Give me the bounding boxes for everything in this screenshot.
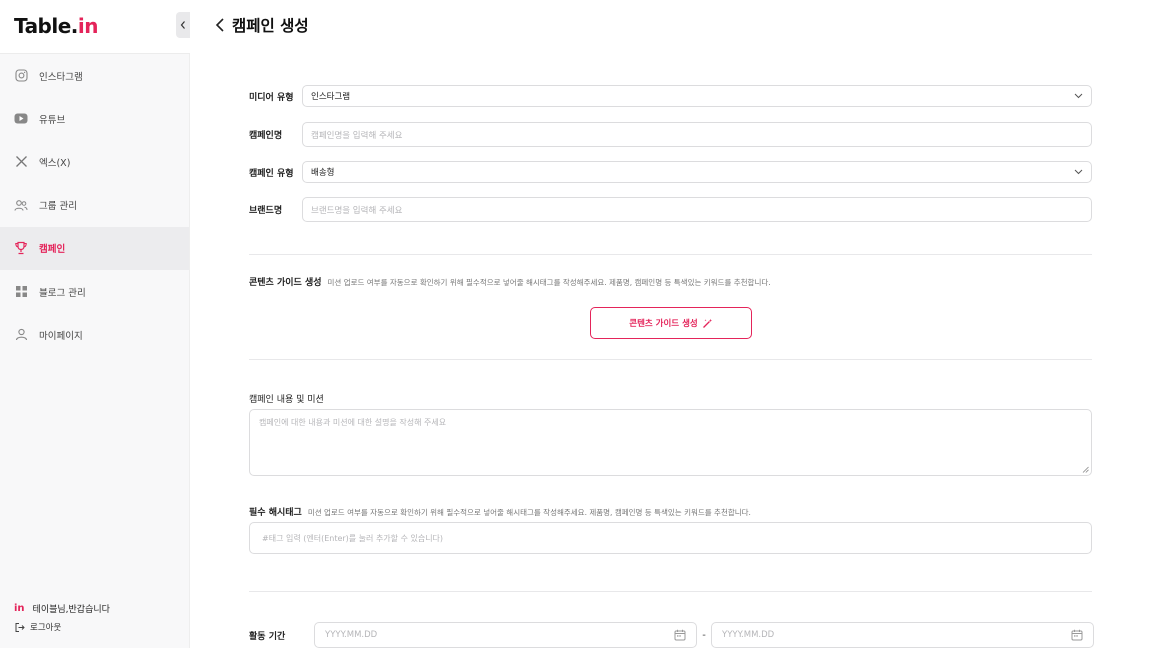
youtube-icon <box>14 112 28 126</box>
generate-content-guide-button[interactable]: 콘텐츠 가이드 생성 <box>590 307 752 339</box>
page-header: 캠페인 생성 <box>212 14 309 36</box>
resize-handle-icon[interactable] <box>1082 466 1089 473</box>
brand-mark: in <box>14 603 25 614</box>
mission-textarea[interactable]: 캠페인에 대한 내용과 미션에 대한 설명을 작성해 주세요 <box>249 409 1092 476</box>
brand-name-label: 브랜드명 <box>249 206 283 216</box>
campaign-name-placeholder: 캠페인명을 입력해 주세요 <box>311 130 403 141</box>
calendar-icon[interactable] <box>674 629 686 641</box>
group-icon <box>14 198 28 212</box>
campaign-type-value: 배송형 <box>311 168 335 178</box>
user-greeting: in 테이블님,반갑습니다 <box>14 602 110 615</box>
sidebar-item-label: 인스타그램 <box>39 71 83 83</box>
logout-button[interactable]: 로그아웃 <box>14 621 61 633</box>
content-guide-header: 콘텐츠 가이드 생성 미션 업로드 여부를 자동으로 확인하기 위해 필수적으로… <box>249 275 771 288</box>
divider <box>249 591 1092 592</box>
campaign-name-row: 캠페인명 캠페인명을 입력해 주세요 <box>249 122 1092 147</box>
sidebar-item-label: 캠페인 <box>39 244 66 256</box>
magic-wand-icon <box>702 318 712 328</box>
campaign-type-row: 캠페인 유형 배송형 <box>249 161 1092 183</box>
hashtag-input[interactable]: #태그 입력 (엔터(Enter)를 눌러 추가할 수 있습니다) <box>249 522 1092 554</box>
main-content: 캠페인 생성 미디어 유형 인스타그램 캠페인명 캠페인명을 입력해 주세요 캠… <box>190 0 1152 648</box>
x-icon <box>14 155 28 169</box>
period-row: 활동 기간 YYYY.MM.DD - YYYY.MM.DD <box>249 622 1094 648</box>
campaign-type-label: 캠페인 유형 <box>249 168 294 179</box>
user-icon <box>14 328 28 342</box>
chevron-down-icon <box>1074 169 1083 175</box>
period-label: 활동 기간 <box>249 631 286 642</box>
campaign-type-select[interactable]: 배송형 <box>302 161 1092 183</box>
chevron-down-icon <box>1074 93 1083 99</box>
sidebar-item-youtube[interactable]: 유튜브 <box>0 97 189 140</box>
start-date-input[interactable]: YYYY.MM.DD <box>314 622 697 648</box>
sidebar-item-label: 그룹 관리 <box>39 201 77 213</box>
campaign-name-label: 캠페인명 <box>249 131 283 141</box>
sidebar-item-label: 엑스(X) <box>39 157 71 169</box>
start-date-placeholder: YYYY.MM.DD <box>325 630 378 640</box>
greeting-text: 테이블님,반갑습니다 <box>32 605 110 615</box>
logout-icon <box>15 622 25 632</box>
media-type-row: 미디어 유형 인스타그램 <box>249 85 1092 107</box>
sidebar-item-label: 마이페이지 <box>39 330 83 342</box>
divider <box>249 254 1092 255</box>
sidebar: Table.in 인스타그램 유튜브 엑스(X) 그룹 관리 캠페인 블로그 관… <box>0 0 190 648</box>
hashtags-header: 필수 해시태그 미션 업로드 여부를 자동으로 확인하기 위해 필수적으로 넣어… <box>249 505 751 518</box>
mission-label: 캠페인 내용 및 미션 <box>249 395 324 405</box>
back-button[interactable] <box>212 14 228 36</box>
sidebar-item-group[interactable]: 그룹 관리 <box>0 184 189 227</box>
sidebar-item-label: 유튜브 <box>39 114 66 126</box>
brand-name-input[interactable]: 브랜드명을 입력해 주세요 <box>302 197 1092 222</box>
media-type-label: 미디어 유형 <box>249 92 294 103</box>
brand-name-row: 브랜드명 브랜드명을 입력해 주세요 <box>249 197 1092 222</box>
sidebar-item-blog[interactable]: 블로그 관리 <box>0 270 189 313</box>
mission-placeholder: 캠페인에 대한 내용과 미션에 대한 설명을 작성해 주세요 <box>259 418 447 427</box>
divider <box>249 359 1092 360</box>
chevron-left-icon <box>215 18 224 32</box>
page-title: 캠페인 생성 <box>232 17 309 35</box>
sidebar-collapse-button[interactable] <box>176 12 190 38</box>
sidebar-item-instagram[interactable]: 인스타그램 <box>0 54 189 97</box>
end-date-input[interactable]: YYYY.MM.DD <box>711 622 1094 648</box>
generate-content-guide-label: 콘텐츠 가이드 생성 <box>629 319 698 329</box>
logout-label: 로그아웃 <box>30 623 62 633</box>
hashtag-placeholder: #태그 입력 (엔터(Enter)를 눌러 추가할 수 있습니다) <box>262 533 444 543</box>
brand-name-placeholder: 브랜드명을 입력해 주세요 <box>311 205 403 216</box>
grid-icon <box>14 285 28 299</box>
date-separator: - <box>702 629 706 641</box>
instagram-icon <box>14 69 28 83</box>
media-type-select[interactable]: 인스타그램 <box>302 85 1092 107</box>
hashtags-title: 필수 해시태그 <box>249 508 302 518</box>
sidebar-item-campaign[interactable]: 캠페인 <box>0 226 189 270</box>
content-guide-title: 콘텐츠 가이드 생성 <box>249 278 322 288</box>
sidebar-item-label: 블로그 관리 <box>39 287 86 299</box>
media-type-value: 인스타그램 <box>311 92 351 102</box>
sidebar-nav: 인스타그램 유튜브 엑스(X) 그룹 관리 캠페인 블로그 관리 마이페이지 <box>0 54 189 356</box>
chevron-left-icon <box>180 21 185 29</box>
logo-bar: Table.in <box>0 0 190 54</box>
content-guide-description: 미션 업로드 여부를 자동으로 확인하기 위해 필수적으로 넣어줄 해시태그를 … <box>327 278 771 287</box>
trophy-icon <box>14 241 28 255</box>
brand-logo[interactable]: Table.in <box>14 14 99 38</box>
calendar-icon[interactable] <box>1071 629 1083 641</box>
campaign-name-input[interactable]: 캠페인명을 입력해 주세요 <box>302 122 1092 147</box>
mission-header: 캠페인 내용 및 미션 <box>249 392 330 405</box>
hashtags-description: 미션 업로드 여부를 자동으로 확인하기 위해 필수적으로 넣어줄 해시태그를 … <box>307 508 751 517</box>
end-date-placeholder: YYYY.MM.DD <box>722 630 775 640</box>
sidebar-item-x[interactable]: 엑스(X) <box>0 140 189 183</box>
sidebar-item-mypage[interactable]: 마이페이지 <box>0 313 189 356</box>
